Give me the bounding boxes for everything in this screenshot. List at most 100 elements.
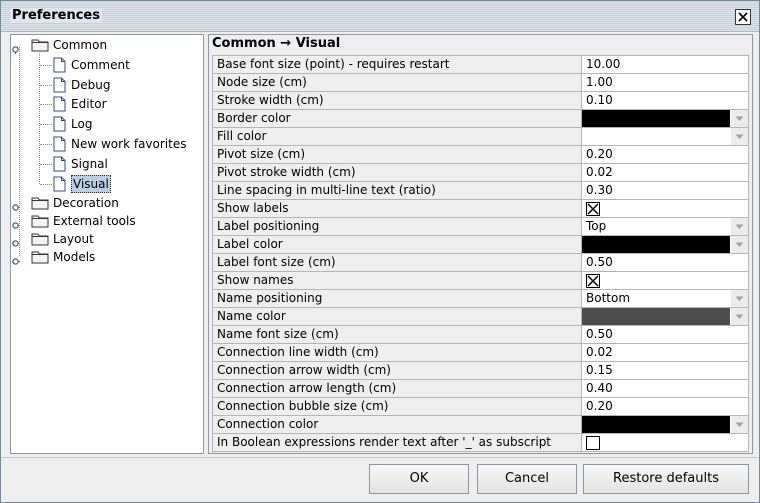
fill-color-picker[interactable]: [582, 128, 749, 145]
base-font-size-point-requires-restart-field[interactable]: 10.00: [582, 56, 749, 73]
tree-connector: [40, 124, 52, 126]
node-size-cm-field[interactable]: 1.00: [582, 74, 749, 91]
name-font-size-cm-field[interactable]: 0.50: [582, 326, 749, 343]
document-icon: [53, 156, 66, 177]
tree-label: Comment: [71, 57, 130, 72]
label-font-size-cm-field[interactable]: 0.50: [582, 254, 749, 271]
label-color-picker[interactable]: [582, 236, 749, 253]
property-name: Border color: [213, 110, 582, 127]
window-title: Preferences: [10, 8, 102, 23]
chevron-down-icon[interactable]: [731, 110, 748, 127]
border-color-picker[interactable]: [582, 110, 749, 127]
line-spacing-in-multi-line-text-ratio-field[interactable]: 0.30: [582, 182, 749, 199]
folder-icon: [31, 214, 49, 233]
tree-label: Models: [53, 250, 96, 265]
label-positioning-select[interactable]: Top: [582, 218, 749, 235]
folder-icon: [31, 232, 49, 251]
property-row-label-color: Label color: [213, 236, 749, 254]
document-icon: [53, 57, 66, 78]
color-swatch: [582, 236, 730, 253]
tree-label: Layout: [53, 232, 94, 247]
show-labels-checkbox[interactable]: [582, 200, 749, 217]
chevron-down-icon[interactable]: [731, 308, 748, 325]
checkbox[interactable]: [586, 436, 600, 450]
name-color-picker[interactable]: [582, 308, 749, 325]
tree-connector: [40, 183, 52, 185]
checkbox[interactable]: [586, 274, 600, 288]
property-name: Base font size (point) - requires restar…: [213, 56, 582, 73]
property-row-node-size-cm: Node size (cm) 1.00: [213, 74, 749, 92]
property-name: Node size (cm): [213, 74, 582, 91]
document-icon: [53, 96, 66, 117]
folder-icon: [31, 250, 49, 269]
footer-divider: [1, 457, 759, 458]
property-row-connection-arrow-width-cm: Connection arrow width (cm) 0.15: [213, 362, 749, 380]
connection-arrow-length-cm-field[interactable]: 0.40: [582, 380, 749, 397]
property-name: Pivot size (cm): [213, 146, 582, 163]
property-name: Name positioning: [213, 290, 582, 307]
folder-icon: [31, 196, 49, 215]
document-icon: [53, 136, 66, 157]
chevron-down-icon[interactable]: [731, 218, 748, 235]
chevron-down-icon[interactable]: [731, 416, 748, 433]
tree-label: Log: [71, 117, 93, 132]
document-icon: [53, 77, 66, 98]
show-names-checkbox[interactable]: [582, 272, 749, 289]
tree-label: Visual: [71, 174, 111, 193]
select-value: Bottom: [586, 291, 631, 305]
chevron-down-icon[interactable]: [731, 236, 748, 253]
property-row-name-positioning: Name positioning Bottom: [213, 290, 749, 308]
ok-button[interactable]: OK: [369, 464, 469, 494]
tree-connector: [19, 47, 20, 257]
tree-connector: [40, 104, 52, 106]
property-name: Connection arrow length (cm): [213, 380, 582, 397]
property-row-base-font-size-point-requires-restart: Base font size (point) - requires restar…: [213, 56, 749, 74]
pivot-stroke-width-cm-field[interactable]: 0.02: [582, 164, 749, 181]
title-bar[interactable]: Preferences: [1, 1, 759, 32]
tree-label: Debug: [71, 77, 111, 92]
tree-connector: [40, 64, 52, 66]
property-name: Show labels: [213, 200, 582, 217]
property-row-show-labels: Show labels: [213, 200, 749, 218]
tree-label: External tools: [53, 214, 136, 229]
tree-connector: [40, 84, 52, 86]
color-swatch: [582, 110, 730, 127]
checkbox[interactable]: [586, 202, 600, 216]
cancel-button[interactable]: Cancel: [477, 464, 577, 494]
property-row-label-font-size-cm: Label font size (cm) 0.50: [213, 254, 749, 272]
property-row-label-positioning: Label positioning Top: [213, 218, 749, 236]
category-tree[interactable]: Common Comment Debug Editor Log New work favo…: [10, 34, 204, 454]
property-name: Pivot stroke width (cm): [213, 164, 582, 181]
name-positioning-select[interactable]: Bottom: [582, 290, 749, 307]
property-row-connection-arrow-length-cm: Connection arrow length (cm) 0.40: [213, 380, 749, 398]
property-name: Label color: [213, 236, 582, 253]
restore-defaults-button[interactable]: Restore defaults: [583, 464, 749, 494]
tree-connector: [40, 163, 52, 165]
chevron-down-icon[interactable]: [731, 128, 748, 145]
property-name: Line spacing in multi-line text (ratio): [213, 182, 582, 199]
tree-connector: [40, 144, 52, 145]
property-row-stroke-width-cm: Stroke width (cm) 0.10: [213, 92, 749, 110]
stroke-width-cm-field[interactable]: 0.10: [582, 92, 749, 109]
connection-line-width-cm-field[interactable]: 0.02: [582, 344, 749, 361]
property-name: Connection bubble size (cm): [213, 398, 582, 415]
panel-title: Common → Visual: [212, 36, 341, 51]
property-row-name-color: Name color: [213, 308, 749, 326]
chevron-down-icon[interactable]: [731, 290, 748, 307]
property-name: Name font size (cm): [213, 326, 582, 343]
connection-color-picker[interactable]: [582, 416, 749, 433]
connection-arrow-width-cm-field[interactable]: 0.15: [582, 362, 749, 379]
tree-label: New work favorites: [71, 137, 187, 151]
tree-connector: [39, 53, 40, 185]
pivot-size-cm-field[interactable]: 0.20: [582, 146, 749, 163]
property-row-connection-line-width-cm: Connection line width (cm) 0.02: [213, 344, 749, 362]
in-boolean-expressions-render-text-after-as-subscript-checkbox[interactable]: [582, 434, 749, 451]
property-row-line-spacing-in-multi-line-text-ratio: Line spacing in multi-line text (ratio) 0…: [213, 182, 749, 200]
connection-bubble-size-cm-field[interactable]: 0.20: [582, 398, 749, 415]
properties-table: Base font size (point) - requires restar…: [212, 55, 749, 452]
property-row-in-boolean-expressions-render-text-after-as-subscript: In Boolean expressions render text after…: [213, 434, 749, 452]
close-icon[interactable]: [735, 9, 751, 25]
property-name: Stroke width (cm): [213, 92, 582, 109]
select-value: Top: [586, 219, 607, 233]
tree-label: Signal: [71, 156, 108, 171]
